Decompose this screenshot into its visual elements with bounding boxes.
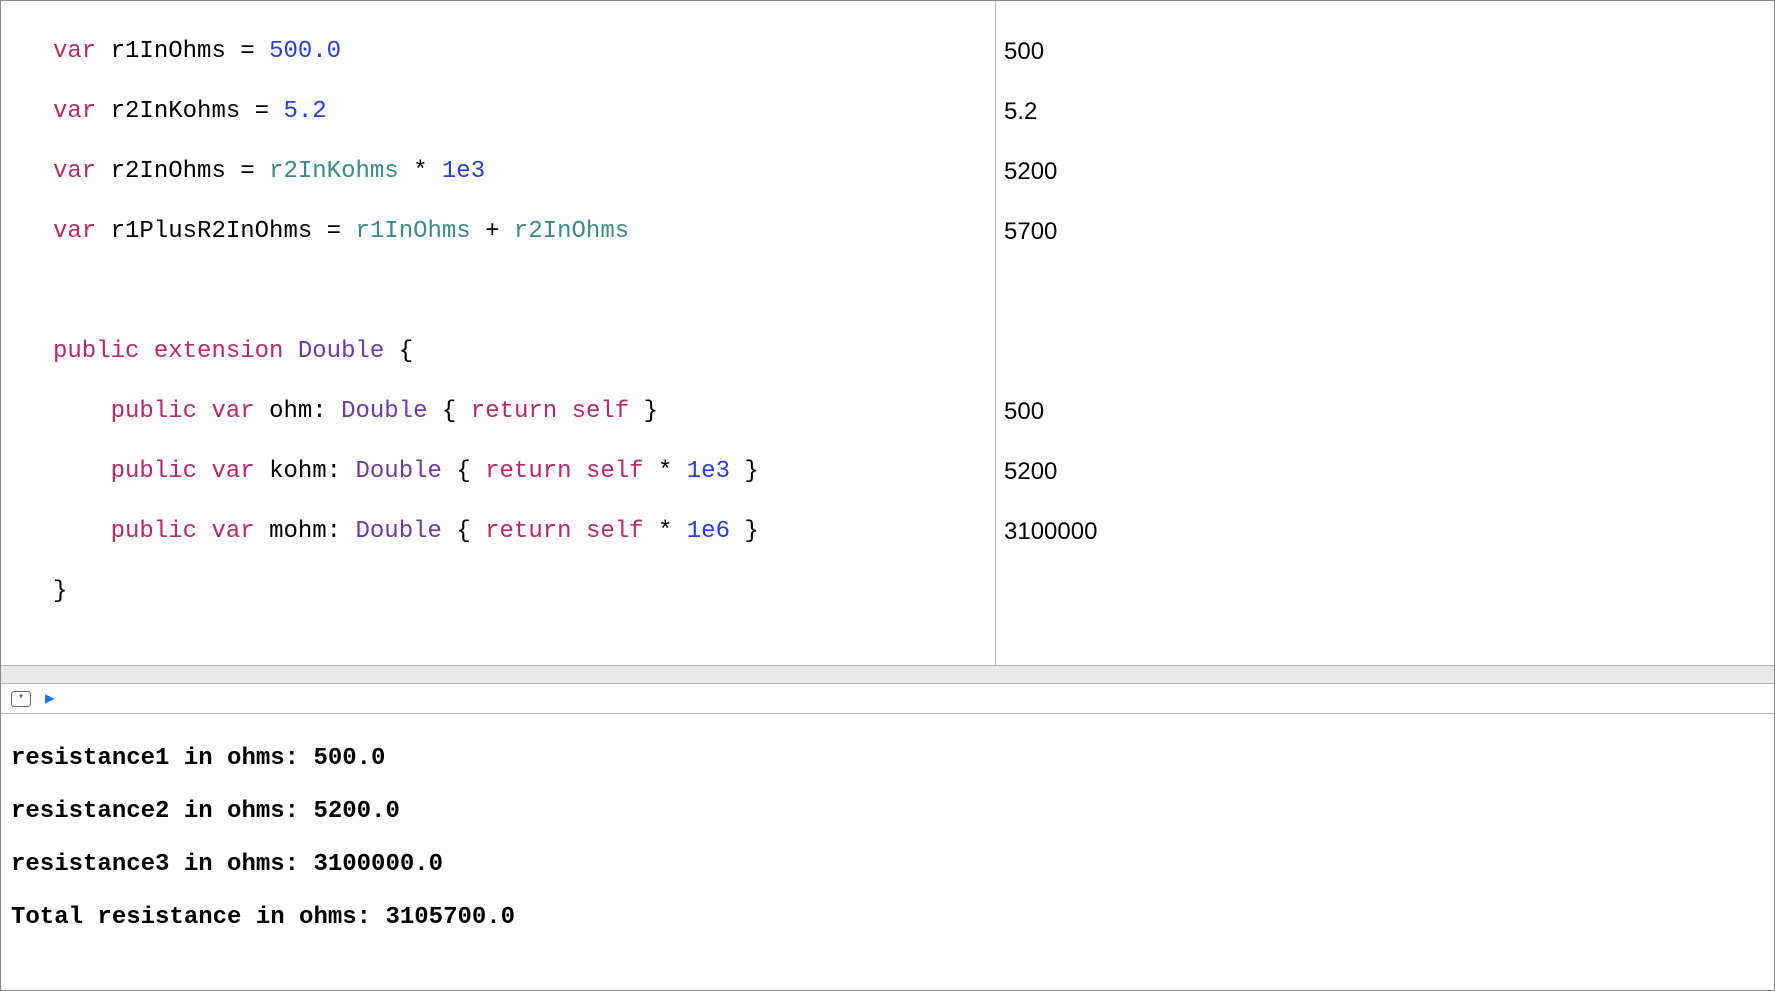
console-line: resistance3 in ohms: 3100000.0 (11, 852, 1764, 878)
playground-window: var r1InOhms = 500.0 var r2InKohms = 5.2… (0, 0, 1775, 991)
code-line[interactable]: } (53, 577, 995, 607)
code-editor[interactable]: var r1InOhms = 500.0 var r2InKohms = 5.2… (1, 1, 995, 665)
chevron-down-icon: ▾ (18, 692, 24, 705)
console-output[interactable]: resistance1 in ohms: 500.0 resistance2 i… (1, 714, 1774, 990)
code-line[interactable]: public var mohm: Double { return self * … (53, 517, 995, 547)
result-value: 5200 (1004, 457, 1768, 487)
result-value: 5700 (1004, 217, 1768, 247)
code-line[interactable]: var r2InOhms = r2InKohms * 1e3 (53, 157, 995, 187)
result-value: 500 (1004, 37, 1768, 67)
result-value: 5200 (1004, 157, 1768, 187)
console-line: resistance2 in ohms: 5200.0 (11, 799, 1764, 825)
code-line[interactable]: var r1InOhms = 500.0 (53, 37, 995, 67)
console-line: resistance1 in ohms: 500.0 (11, 746, 1764, 772)
run-button[interactable]: ▶ (45, 689, 55, 709)
result-value: 3100000 (1004, 517, 1768, 547)
play-icon: ▶ (45, 690, 55, 708)
console-line: Total resistance in ohms: 3105700.0 (11, 905, 1764, 931)
code-line[interactable]: public var ohm: Double { return self } (53, 397, 995, 427)
code-line[interactable]: var r2InKohms = 5.2 (53, 97, 995, 127)
result-value: 5.2 (1004, 97, 1768, 127)
result-blank (1004, 577, 1768, 607)
code-line[interactable]: public extension Double { (53, 337, 995, 367)
result-value: 500 (1004, 397, 1768, 427)
result-blank (1004, 277, 1768, 307)
code-line[interactable]: var r1PlusR2InOhms = r1InOhms + r2InOhms (53, 217, 995, 247)
result-blank (1004, 637, 1768, 665)
editor-split: var r1InOhms = 500.0 var r2InKohms = 5.2… (1, 1, 1774, 666)
code-blank-line[interactable] (53, 637, 995, 665)
code-line[interactable]: public var kohm: Double { return self * … (53, 457, 995, 487)
debug-dropdown-button[interactable]: ▾ (11, 691, 31, 707)
results-sidebar: 500 5.2 5200 5700 500 5200 3100000 500 5… (995, 1, 1774, 665)
horizontal-scrollbar[interactable] (1, 666, 1774, 684)
result-blank (1004, 337, 1768, 367)
debug-toolbar: ▾ ▶ (1, 684, 1774, 714)
code-blank-line[interactable] (53, 277, 995, 307)
